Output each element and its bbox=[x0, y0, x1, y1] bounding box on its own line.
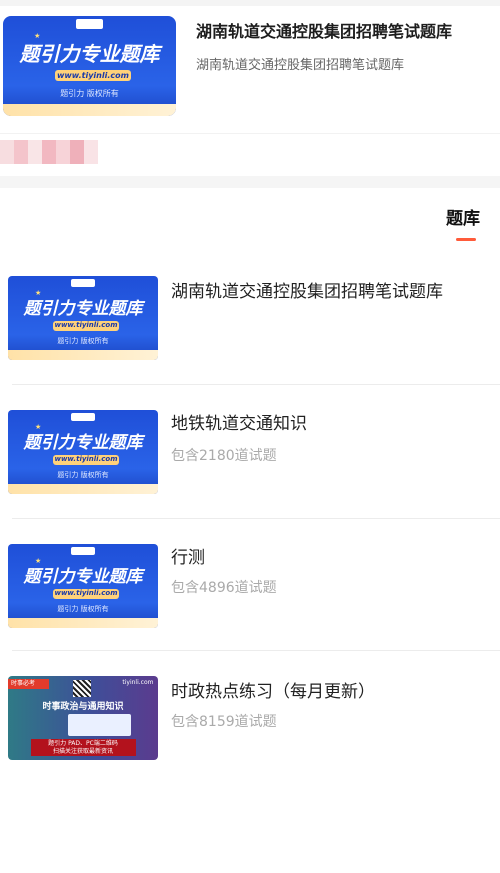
banner-bottom-band bbox=[8, 617, 158, 628]
list-item[interactable]: ★ 题引力专业题库 www.tiyinli.com 题引力 版权所有 行测 包含… bbox=[0, 544, 500, 677]
banner-headline: 时事政治与通用知识 bbox=[42, 701, 124, 712]
banner-footer-line: 题引力 PAD、PC端二维码 bbox=[48, 740, 118, 747]
device-screen-image bbox=[68, 713, 131, 736]
banner-site: tiyinli.com bbox=[122, 679, 154, 687]
banner-footer: 题引力 版权所有 bbox=[57, 337, 109, 346]
banner-url: www.tiyinli.com bbox=[53, 589, 119, 599]
banner-url: www.tiyinli.com bbox=[53, 455, 119, 465]
item-question-count: 包含2180道试题 bbox=[171, 448, 277, 464]
item-title: 地铁轨道交通知识 bbox=[171, 414, 307, 434]
banner-headline: 题引力专业题库 bbox=[23, 433, 143, 454]
blurred-block bbox=[56, 140, 70, 164]
divider bbox=[0, 133, 500, 134]
item-title: 行测 bbox=[171, 548, 205, 568]
logo-chip bbox=[75, 19, 104, 29]
featured-subtitle: 湖南轨道交通控股集团招聘笔试题库 bbox=[196, 58, 405, 73]
banner-footer: 题引力 版权所有 bbox=[60, 89, 119, 98]
banner-footer: 题引力 版权所有 bbox=[57, 471, 109, 480]
logo-chip bbox=[71, 546, 95, 555]
featured-thumbnail[interactable]: ★ 题引力专业题库 www.tiyinli.com 题引力 版权所有 bbox=[3, 16, 176, 116]
item-thumbnail[interactable]: 时事必考 tiyinli.com 时事政治与通用知识 题引力 PAD、PC端二维… bbox=[8, 676, 158, 760]
item-thumbnail[interactable]: ★ 题引力专业题库 www.tiyinli.com 题引力 版权所有 bbox=[8, 276, 158, 360]
banner-bottom-band bbox=[3, 104, 176, 116]
featured-bank-card[interactable]: ★ 题引力专业题库 www.tiyinli.com 题引力 版权所有 湖南轨道交… bbox=[0, 6, 500, 128]
item-question-count: 包含8159道试题 bbox=[171, 714, 277, 730]
list-item[interactable]: ★ 题引力专业题库 www.tiyinli.com 题引力 版权所有 湖南轨道交… bbox=[0, 276, 500, 409]
brand-banner: ★ 题引力专业题库 www.tiyinli.com 题引力 版权所有 bbox=[8, 410, 158, 494]
banner-tag: 时事必考 bbox=[8, 679, 49, 689]
current-affairs-banner: 时事必考 tiyinli.com 时事政治与通用知识 题引力 PAD、PC端二维… bbox=[8, 676, 158, 760]
banner-url: www.tiyinli.com bbox=[54, 70, 131, 81]
banner-bottom-band bbox=[8, 483, 158, 494]
item-thumbnail[interactable]: ★ 题引力专业题库 www.tiyinli.com 题引力 版权所有 bbox=[8, 544, 158, 628]
blurred-block bbox=[70, 140, 84, 164]
tab-question-bank[interactable]: 题库 bbox=[446, 207, 500, 231]
logo-chip bbox=[71, 412, 95, 421]
blurred-block bbox=[84, 140, 98, 164]
qr-code-icon bbox=[72, 680, 91, 697]
item-question-count: 包含4896道试题 bbox=[171, 580, 277, 596]
banner-footer: 题引力 版权所有 bbox=[57, 605, 109, 614]
banner-footer-line: 扫描关注获取最新资讯 bbox=[52, 748, 113, 755]
banner-footer-box: 题引力 PAD、PC端二维码 扫描关注获取最新资讯 bbox=[30, 739, 136, 756]
tab-active-indicator bbox=[456, 238, 476, 241]
brand-banner: ★ 题引力专业题库 www.tiyinli.com 题引力 版权所有 bbox=[8, 276, 158, 360]
item-thumbnail[interactable]: ★ 题引力专业题库 www.tiyinli.com 题引力 版权所有 bbox=[8, 410, 158, 494]
banner-bottom-band bbox=[8, 349, 158, 360]
blurred-block bbox=[42, 140, 56, 164]
featured-title: 湖南轨道交通控股集团招聘笔试题库 bbox=[196, 22, 453, 41]
item-title: 湖南轨道交通控股集团招聘笔试题库 bbox=[171, 282, 443, 302]
divider bbox=[12, 650, 500, 651]
divider bbox=[12, 518, 500, 519]
item-title: 时政热点练习（每月更新） bbox=[171, 682, 375, 702]
blurred-content bbox=[0, 140, 100, 164]
section-separator bbox=[0, 176, 500, 188]
blurred-block bbox=[0, 140, 14, 164]
blurred-block bbox=[14, 140, 28, 164]
logo-chip bbox=[71, 278, 95, 287]
brand-banner: ★ 题引力专业题库 www.tiyinli.com 题引力 版权所有 bbox=[8, 544, 158, 628]
list-item[interactable]: ★ 题引力专业题库 www.tiyinli.com 题引力 版权所有 地铁轨道交… bbox=[0, 410, 500, 543]
banner-headline: 题引力专业题库 bbox=[23, 299, 143, 320]
divider bbox=[12, 384, 500, 385]
blurred-block bbox=[28, 140, 42, 164]
banner-headline: 题引力专业题库 bbox=[19, 42, 160, 66]
list-item[interactable]: 时事必考 tiyinli.com 时事政治与通用知识 题引力 PAD、PC端二维… bbox=[0, 676, 500, 809]
brand-banner: ★ 题引力专业题库 www.tiyinli.com 题引力 版权所有 bbox=[3, 16, 176, 116]
banner-url: www.tiyinli.com bbox=[53, 321, 119, 331]
banner-headline: 题引力专业题库 bbox=[23, 567, 143, 588]
